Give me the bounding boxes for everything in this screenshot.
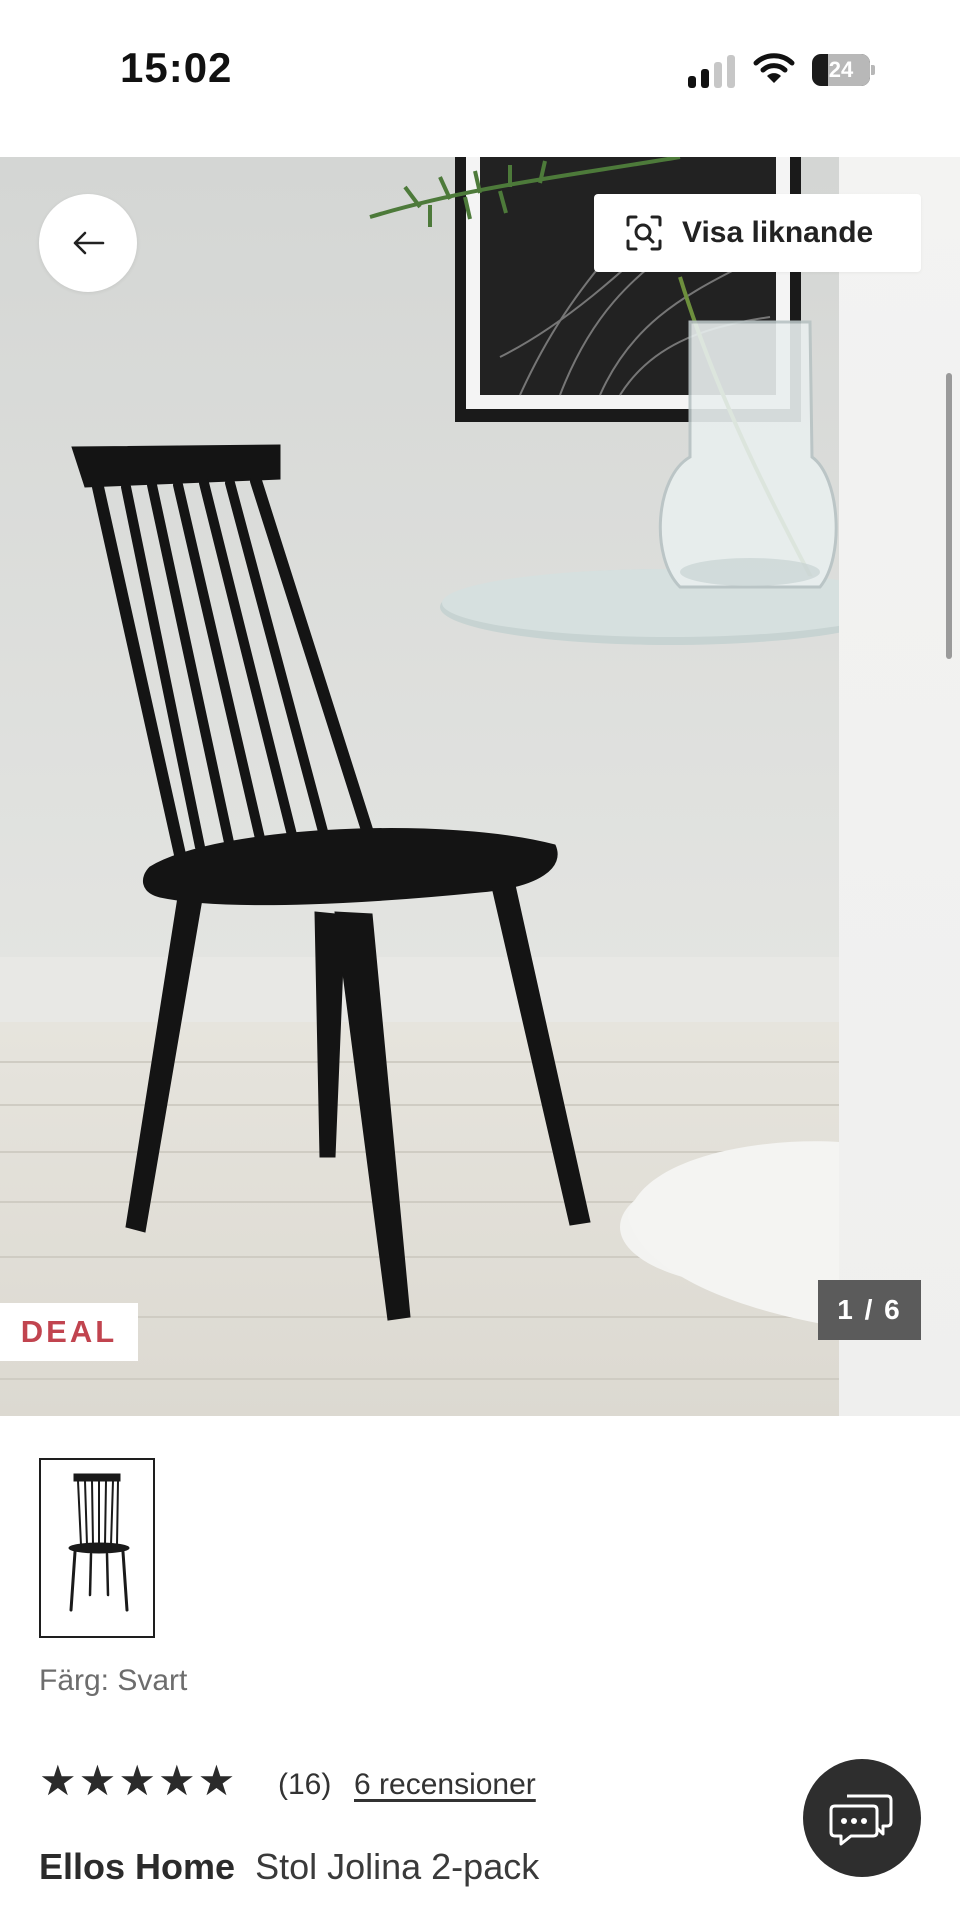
star-icon: ★ xyxy=(157,1757,196,1804)
chat-button[interactable] xyxy=(803,1759,921,1877)
status-time: 15:02 xyxy=(120,44,233,91)
star-icon: ★ xyxy=(39,1757,77,1804)
color-variant-thumbnail[interactable] xyxy=(39,1458,155,1638)
star-icon: ★ xyxy=(197,1757,236,1804)
chat-icon xyxy=(829,1794,893,1846)
star-icon: ★ xyxy=(118,1757,156,1804)
chair-thumbnail-image xyxy=(41,1460,153,1636)
reviews-link[interactable]: 6 recensioner xyxy=(354,1768,536,1802)
show-similar-button[interactable]: Visa liknande xyxy=(594,194,921,272)
status-bar: 15:02 24 xyxy=(0,0,960,140)
visual-search-icon xyxy=(626,215,662,251)
next-image-peek[interactable] xyxy=(839,157,960,1416)
back-button[interactable] xyxy=(39,194,137,292)
battery-level: 24 xyxy=(828,57,854,82)
battery-icon: 24 xyxy=(812,54,875,88)
scroll-indicator[interactable] xyxy=(946,373,952,659)
wifi-icon xyxy=(753,53,795,83)
signal-icon xyxy=(688,54,736,88)
star-icon: ★ xyxy=(78,1757,117,1804)
rating-stars[interactable]: ★ ★ ★ ★ ★ xyxy=(39,1760,237,1802)
product-brand[interactable]: Ellos Home xyxy=(39,1846,235,1887)
rating-count: (16) xyxy=(278,1768,332,1801)
image-page-counter: 1 / 6 xyxy=(818,1280,921,1340)
deal-badge: DEAL xyxy=(0,1303,138,1361)
deal-badge-text: DEAL xyxy=(20,1314,118,1349)
product-photo xyxy=(0,157,839,1416)
product-name: Stol Jolina 2-pack xyxy=(255,1846,540,1887)
back-arrow-icon xyxy=(73,231,105,255)
show-similar-label: Visa liknande xyxy=(682,216,874,249)
color-label: Färg: Svart xyxy=(39,1664,188,1697)
product-image-gallery[interactable] xyxy=(0,157,960,1416)
product-title: Ellos Home Stol Jolina 2-pack xyxy=(39,1846,539,1888)
